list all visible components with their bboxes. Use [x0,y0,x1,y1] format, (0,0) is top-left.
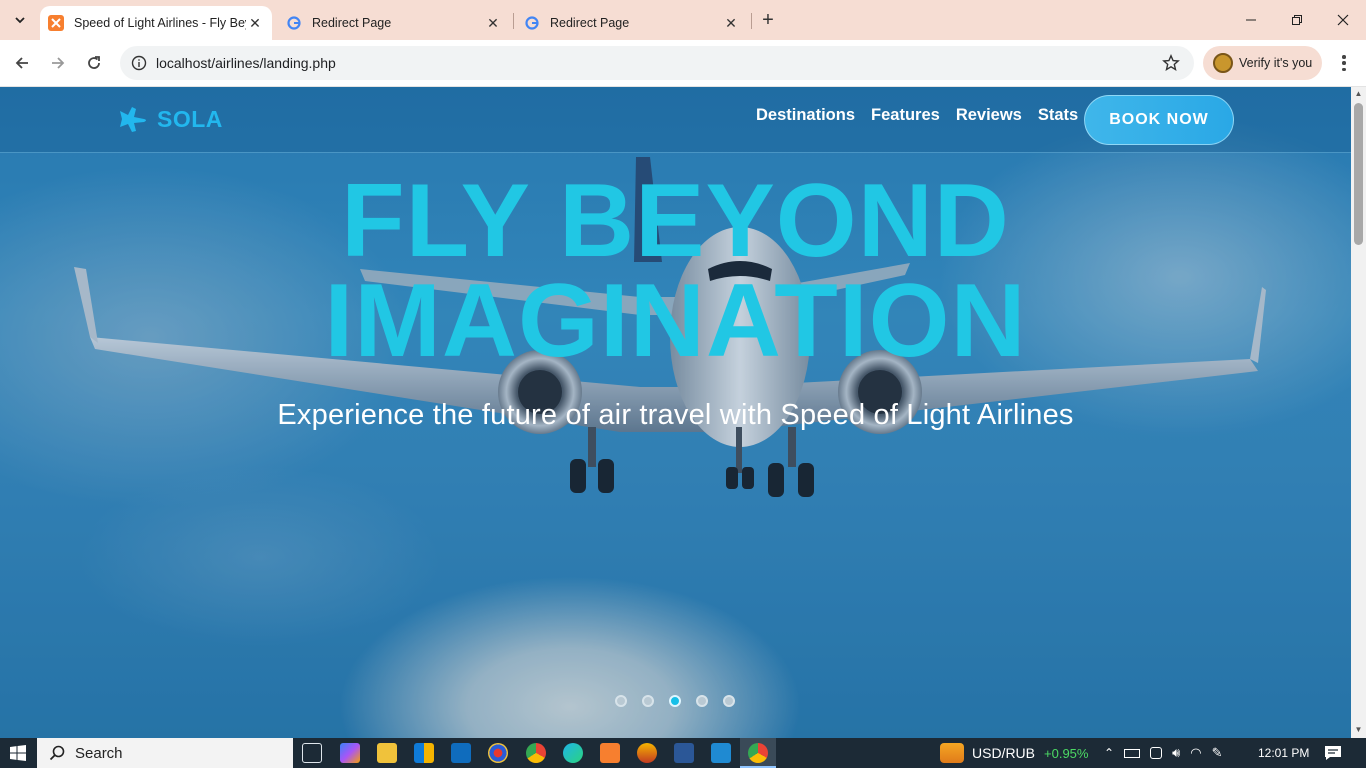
system-tray: ⌃ 🔊︎ ◠ ✎ [1104,738,1223,768]
profile-verify-button[interactable]: Verify it's you [1203,46,1322,80]
pen-icon[interactable]: ✎ [1212,745,1223,761]
carousel-dot-4[interactable] [696,695,708,707]
scroll-down-arrow-icon[interactable]: ▼ [1354,725,1363,735]
verify-label: Verify it's you [1239,56,1313,70]
nav-link-destinations[interactable]: Destinations [756,106,855,125]
browser-toolbar: localhost/airlines/landing.php Verify it… [0,40,1366,87]
site-logo[interactable]: SOLA [118,105,223,133]
brave-icon[interactable] [637,743,657,763]
avatar [1213,53,1233,73]
taskbar-search-label: Search [75,744,123,762]
restore-icon [1292,15,1302,25]
clock-time: 12:01 PM [1258,746,1310,760]
chevron-down-icon [15,17,25,24]
xampp-favicon-icon [48,15,64,31]
nav-link-reviews[interactable]: Reviews [956,106,1022,125]
app-icon[interactable] [488,743,508,763]
file-explorer-icon[interactable] [377,743,397,763]
chrome-icon[interactable] [526,743,546,763]
tab-search-button[interactable] [8,8,32,32]
camera-icon[interactable] [1150,747,1163,759]
carousel-indicators [615,695,735,707]
active-chrome-taskbar-button[interactable] [740,738,776,768]
close-tab-icon[interactable]: ✕ [484,14,502,32]
microsoft-store-icon[interactable] [414,743,434,763]
url-text[interactable]: localhost/airlines/landing.php [156,55,336,71]
edge-icon[interactable] [563,743,583,763]
start-button[interactable] [0,738,36,768]
nav-link-stats[interactable]: Stats [1038,106,1078,125]
windows-logo-icon [10,745,26,761]
reload-button[interactable] [81,50,107,76]
site-nav: Destinations Features Reviews Stats [756,106,1078,125]
task-view-icon[interactable] [302,743,322,763]
ticker-change: +0.95% [1044,745,1089,761]
hero-title-line2: IMAGINATION [324,263,1027,379]
scrollbar-thumb[interactable] [1354,103,1363,245]
forward-button[interactable] [45,50,71,76]
google-favicon-icon [524,15,540,31]
stock-ticker-widget[interactable]: USD/RUB +0.95% [940,738,1088,768]
close-tab-icon[interactable]: ✕ [722,14,740,32]
tab-redirect-1[interactable]: Redirect Page ✕ [278,6,510,40]
taskbar-search[interactable]: Search [37,738,293,768]
new-tab-button[interactable]: + [758,9,778,31]
hero-subtitle: Experience the future of air travel with… [277,399,1074,431]
bookmark-star-icon[interactable] [1162,54,1180,77]
tab-title: Redirect Page [550,16,630,30]
address-bar[interactable]: localhost/airlines/landing.php [120,46,1194,80]
notification-icon [1325,746,1341,760]
site-header: SOLA Destinations Features Reviews Stats… [0,87,1351,153]
arrow-left-icon [15,57,28,69]
minimize-button[interactable] [1228,0,1274,40]
close-icon [1337,14,1349,26]
restore-button[interactable] [1274,0,1320,40]
vscode-icon[interactable] [711,743,731,763]
site-info-icon[interactable] [122,55,156,71]
coins-icon [940,743,964,763]
copilot-icon[interactable] [340,743,360,763]
volume-icon[interactable]: 🔊︎ [1172,745,1180,761]
mail-icon[interactable] [451,743,471,763]
close-tab-icon[interactable]: ✕ [246,14,264,32]
carousel-dot-3[interactable] [669,695,681,707]
tab-strip: Speed of Light Airlines - Fly Bey ✕ Redi… [0,0,1366,40]
clock[interactable]: 12:01 PM [1258,738,1309,768]
brand-name: SOLA [157,105,223,132]
wifi-icon[interactable]: ◠ [1190,745,1201,761]
tab-title: Redirect Page [312,16,392,30]
close-window-button[interactable] [1320,0,1366,40]
tab-title: Speed of Light Airlines - Fly Bey [74,16,246,30]
notifications-button[interactable] [1324,738,1342,768]
page-scrollbar[interactable]: ▲ ▼ [1351,87,1366,738]
arrow-right-icon [52,57,65,69]
chevron-up-icon[interactable]: ⌃ [1104,746,1114,760]
windows-taskbar: Search USD/RUB +0.95% ⌃ 🔊︎ ◠ ✎ 12:01 PM [0,738,1366,768]
tab-divider [751,13,752,29]
book-now-button[interactable]: BOOK NOW [1084,95,1234,145]
xampp-icon[interactable] [600,743,620,763]
chrome-icon [748,743,768,763]
word-icon[interactable] [674,743,694,763]
nav-link-features[interactable]: Features [871,106,940,125]
tab-redirect-2[interactable]: Redirect Page ✕ [516,6,748,40]
tab-divider [513,13,514,29]
google-favicon-icon [286,15,302,31]
browser-menu-button[interactable] [1334,52,1354,74]
reload-icon [88,56,100,69]
hero-title-line1: FLY BEYOND [341,163,1010,279]
minimize-icon [1246,19,1256,21]
search-icon [49,745,65,761]
battery-icon[interactable] [1124,748,1141,758]
tab-speed-of-light[interactable]: Speed of Light Airlines - Fly Bey ✕ [40,6,272,40]
carousel-dot-1[interactable] [615,695,627,707]
page-viewport: SOLA Destinations Features Reviews Stats… [0,87,1351,738]
carousel-dot-2[interactable] [642,695,654,707]
back-button[interactable] [9,50,35,76]
ticker-pair: USD/RUB [972,745,1036,761]
airplane-logo-icon [120,107,146,132]
scroll-up-arrow-icon[interactable]: ▲ [1354,89,1363,99]
carousel-dot-5[interactable] [723,695,735,707]
